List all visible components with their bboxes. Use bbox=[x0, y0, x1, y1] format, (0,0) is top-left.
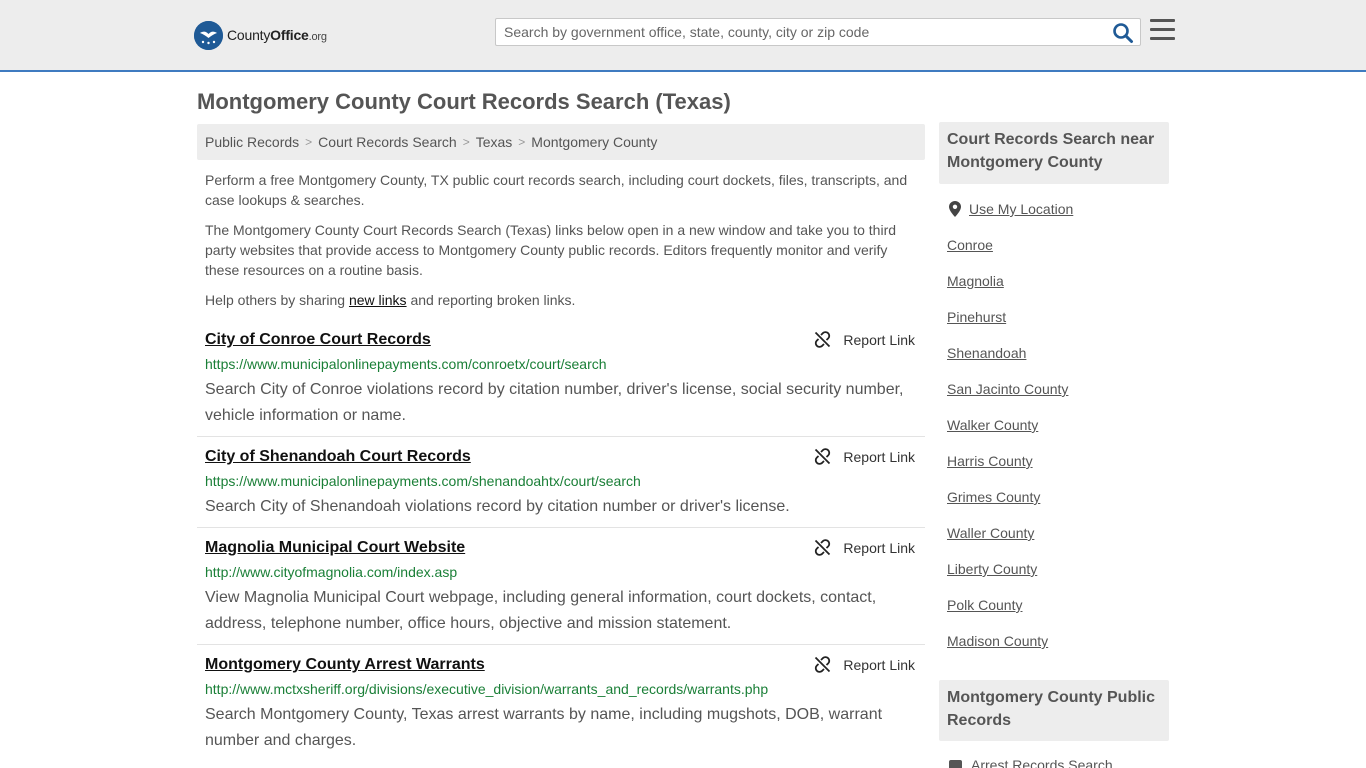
divider bbox=[197, 644, 925, 645]
search-input[interactable] bbox=[496, 19, 1106, 45]
use-my-location-link[interactable]: Use My Location bbox=[969, 201, 1073, 217]
nearby-link-conroe[interactable]: Conroe bbox=[947, 237, 993, 253]
new-links-link[interactable]: new links bbox=[349, 292, 407, 308]
record-title-link[interactable]: Montgomery County Arrest Warrants bbox=[205, 656, 485, 674]
logo-tld: .org bbox=[308, 31, 327, 43]
broken-link-icon bbox=[815, 539, 831, 556]
report-link-button[interactable]: Report Link bbox=[814, 331, 915, 348]
nearby-link-shenandoah[interactable]: Shenandoah bbox=[947, 345, 1026, 361]
page-title: Montgomery County Court Records Search (… bbox=[197, 89, 731, 114]
public-records-heading: Montgomery County Public Records bbox=[947, 689, 1155, 729]
breadcrumb-chevron-icon: > bbox=[305, 135, 313, 149]
logo-text: CountyOffice.org bbox=[227, 27, 327, 43]
nearby-link-pinehurst[interactable]: Pinehurst bbox=[947, 309, 1006, 325]
record-description: View Magnolia Municipal Court webpage, i… bbox=[205, 589, 877, 632]
nearby-link-walker-county[interactable]: Walker County bbox=[947, 417, 1038, 433]
broken-link-icon bbox=[815, 656, 831, 673]
breadcrumb-chevron-icon: > bbox=[462, 135, 470, 149]
record-url: http://www.cityofmagnolia.com/index.asp bbox=[205, 564, 458, 580]
record-title-link[interactable]: City of Conroe Court Records bbox=[205, 331, 431, 349]
record-url: https://www.municipalonlinepayments.com/… bbox=[205, 473, 641, 489]
use-my-location: Use My Location bbox=[949, 201, 1073, 217]
search-bar bbox=[495, 18, 1141, 46]
record-description: Search City of Shenandoah violations rec… bbox=[205, 498, 790, 515]
record-title-link[interactable]: Magnolia Municipal Court Website bbox=[205, 539, 465, 557]
record-url: http://www.mctxsheriff.org/divisions/exe… bbox=[205, 681, 769, 697]
breadcrumb: Public Records > Court Records Search > … bbox=[197, 124, 925, 160]
divider bbox=[197, 436, 925, 437]
report-link-button[interactable]: Report Link bbox=[814, 656, 915, 673]
location-pin-icon bbox=[949, 201, 961, 217]
breadcrumb-public-records[interactable]: Public Records bbox=[205, 134, 299, 150]
record-url: https://www.municipalonlinepayments.com/… bbox=[205, 356, 607, 372]
search-button[interactable] bbox=[1112, 22, 1134, 44]
hamburger-menu-icon bbox=[1150, 19, 1175, 40]
nearby-heading-box: Court Records Search near Montgomery Cou… bbox=[939, 122, 1169, 184]
search-icon bbox=[1113, 23, 1133, 43]
intro-paragraph-1: Perform a free Montgomery County, TX pub… bbox=[205, 172, 908, 208]
intro-paragraph-2: The Montgomery County Court Records Sear… bbox=[205, 222, 897, 278]
public-records-heading-box: Montgomery County Public Records bbox=[939, 680, 1169, 741]
intro-text: Help others by sharing bbox=[205, 292, 349, 308]
arrest-records-search-link[interactable]: Arrest Records Search bbox=[971, 757, 1113, 768]
site-header: CountyOffice.org bbox=[0, 0, 1366, 72]
report-link-label: Report Link bbox=[843, 656, 915, 673]
divider bbox=[197, 527, 925, 528]
list-bullet-icon bbox=[949, 760, 962, 768]
nearby-link-magnolia[interactable]: Magnolia bbox=[947, 273, 1004, 289]
nearby-heading: Court Records Search near Montgomery Cou… bbox=[947, 131, 1155, 171]
report-link-label: Report Link bbox=[843, 539, 915, 556]
nearby-link-harris-county[interactable]: Harris County bbox=[947, 453, 1033, 469]
breadcrumb-montgomery-county[interactable]: Montgomery County bbox=[531, 134, 657, 150]
nearby-link-polk-county[interactable]: Polk County bbox=[947, 597, 1022, 613]
breadcrumb-chevron-icon: > bbox=[518, 135, 526, 149]
report-link-button[interactable]: Report Link bbox=[814, 539, 915, 556]
breadcrumb-texas[interactable]: Texas bbox=[476, 134, 513, 150]
broken-link-icon bbox=[815, 331, 831, 348]
county-office-logo-icon bbox=[194, 20, 223, 50]
logo-office: Office bbox=[270, 27, 309, 43]
record-description: Search City of Conroe violations record … bbox=[205, 381, 904, 424]
nearby-link-madison-county[interactable]: Madison County bbox=[947, 633, 1048, 649]
intro-paragraph-3: Help others by sharing new links and rep… bbox=[205, 290, 917, 310]
record-title-link[interactable]: City of Shenandoah Court Records bbox=[205, 448, 471, 466]
hamburger-menu-button[interactable] bbox=[1150, 19, 1175, 41]
report-link-label: Report Link bbox=[843, 331, 915, 348]
nearby-link-grimes-county[interactable]: Grimes County bbox=[947, 489, 1040, 505]
intro-text: and reporting broken links. bbox=[406, 292, 576, 308]
report-link-button[interactable]: Report Link bbox=[814, 448, 915, 465]
record-description: Search Montgomery County, Texas arrest w… bbox=[205, 706, 883, 749]
nearby-link-san-jacinto-county[interactable]: San Jacinto County bbox=[947, 381, 1068, 397]
nearby-link-waller-county[interactable]: Waller County bbox=[947, 525, 1034, 541]
breadcrumb-court-records-search[interactable]: Court Records Search bbox=[318, 134, 457, 150]
logo-brand: County bbox=[227, 27, 271, 43]
nearby-link-liberty-county[interactable]: Liberty County bbox=[947, 561, 1037, 577]
site-logo[interactable]: CountyOffice.org bbox=[194, 20, 327, 50]
broken-link-icon bbox=[815, 448, 831, 465]
report-link-label: Report Link bbox=[843, 448, 915, 465]
